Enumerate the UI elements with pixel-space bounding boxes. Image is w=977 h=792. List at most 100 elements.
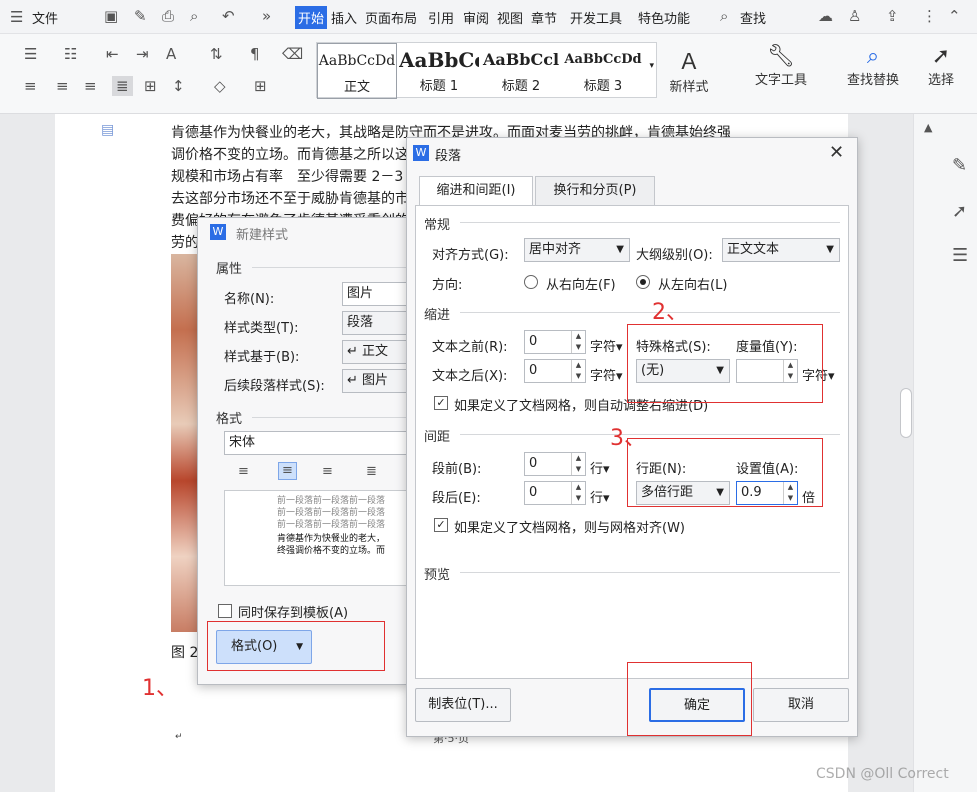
font-select[interactable]: 宋体: [224, 431, 410, 455]
unit-label[interactable]: 行▾: [590, 487, 610, 506]
ltr-radio[interactable]: [636, 275, 650, 289]
tab-review[interactable]: 审阅: [463, 8, 489, 27]
clear-format-icon[interactable]: ⌫: [282, 46, 303, 62]
share-user-icon[interactable]: ♙: [848, 8, 861, 24]
cloud-icon[interactable]: ☁: [818, 8, 833, 24]
tab-insert[interactable]: 插入: [331, 8, 357, 27]
divider: [252, 417, 410, 418]
print-icon[interactable]: ⎙: [162, 8, 174, 24]
spin-buttons[interactable]: ▲ ▼: [571, 482, 585, 504]
after-text-input[interactable]: 0 ▲ ▼: [524, 359, 586, 383]
align-center-icon[interactable]: ≡: [56, 78, 69, 94]
decrease-indent-icon[interactable]: ⇤: [106, 46, 119, 62]
undo-icon[interactable]: ↶: [222, 8, 235, 24]
search-label[interactable]: 查找: [740, 8, 766, 27]
align-right-icon[interactable]: ≡: [322, 464, 333, 480]
sliders-icon[interactable]: ☰: [952, 247, 968, 265]
line-spacing-icon[interactable]: ↕: [172, 78, 185, 94]
border-icon[interactable]: ⊞: [254, 78, 267, 94]
numbered-list-icon[interactable]: ☷: [64, 46, 77, 62]
align-left-icon[interactable]: ≡: [238, 464, 249, 480]
text-direction-icon[interactable]: A: [166, 46, 176, 62]
new-style-button[interactable]: Ａ 新样式: [664, 44, 714, 95]
tab-indent-spacing[interactable]: 缩进和间距(I): [419, 176, 533, 206]
sort-icon[interactable]: ⇅: [210, 46, 223, 62]
align-left-icon[interactable]: ≡: [24, 78, 37, 94]
align-center-icon[interactable]: ≡: [278, 462, 297, 480]
name-input[interactable]: 图片: [342, 282, 410, 306]
style-sample: AaBbCc: [399, 48, 479, 72]
share-icon[interactable]: ⇪: [886, 8, 899, 24]
tab-home[interactable]: 开始: [295, 6, 328, 29]
style-label: 标题 2: [501, 79, 541, 94]
print-preview-icon[interactable]: ⌕: [190, 8, 198, 24]
chevron-down-icon: ▼: [826, 244, 834, 255]
save-template-checkbox[interactable]: [218, 604, 232, 618]
cancel-button[interactable]: 取消: [753, 688, 849, 722]
gallery-more-icon[interactable]: ▾: [649, 61, 654, 71]
close-icon[interactable]: ✕: [829, 142, 844, 163]
tab-line-page[interactable]: 换行和分页(P): [535, 176, 655, 206]
general-section: 常规: [424, 218, 451, 233]
spin-buttons[interactable]: ▲ ▼: [571, 453, 585, 475]
unit-label[interactable]: 字符▾: [590, 365, 623, 384]
tab-chapter[interactable]: 章节: [531, 8, 557, 27]
align-select[interactable]: 居中对齐 ▼: [524, 238, 630, 262]
more-options-icon[interactable]: ⋮: [922, 8, 937, 24]
text-tools-button[interactable]: 🔧︎ 文字工具: [742, 44, 820, 88]
type-select[interactable]: 段落: [342, 311, 410, 335]
annotation-box: [627, 438, 823, 507]
tab-references[interactable]: 引用: [428, 8, 454, 27]
grid-indent-checkbox[interactable]: ✓: [434, 396, 448, 410]
grid-align-checkbox[interactable]: ✓: [434, 518, 448, 532]
doc-nav-icon[interactable]: ▤: [101, 122, 114, 138]
find-replace-button[interactable]: ⌕ 查找替换: [834, 44, 912, 88]
new-style-title: 新建样式: [236, 228, 289, 243]
tab-view[interactable]: 视图: [497, 8, 523, 27]
select-button[interactable]: ➚ 选择: [916, 44, 966, 88]
save-icon[interactable]: ▣: [104, 8, 118, 24]
menu-icon[interactable]: ☰: [10, 9, 23, 25]
tab-developer[interactable]: 开发工具: [570, 8, 622, 27]
shading-icon[interactable]: ◇: [214, 78, 226, 94]
increase-indent-icon[interactable]: ⇥: [136, 46, 149, 62]
bullet-list-icon[interactable]: ☰: [24, 46, 37, 62]
before-text-input[interactable]: 0 ▲ ▼: [524, 330, 586, 354]
after-text-label: 文本之后(X):: [432, 369, 508, 384]
outline-select[interactable]: 正文文本 ▼: [722, 238, 840, 262]
tabs-button[interactable]: 制表位(T)...: [415, 688, 511, 722]
style-normal[interactable]: AaBbCcDd 正文: [317, 43, 397, 99]
justify-icon[interactable]: ≣: [112, 76, 133, 96]
tab-layout[interactable]: 页面布局: [365, 8, 417, 27]
before-input[interactable]: 0 ▲ ▼: [524, 452, 586, 476]
rtl-radio[interactable]: [524, 275, 538, 289]
tab-special[interactable]: 特色功能: [638, 8, 690, 27]
style-heading3[interactable]: AaBbCcDd 标题 3: [563, 43, 643, 99]
format-painter-icon[interactable]: ✎: [134, 8, 147, 24]
unit-label[interactable]: 字符▾: [590, 336, 623, 355]
spin-buttons[interactable]: ▲ ▼: [571, 331, 585, 353]
style-heading2[interactable]: AaBbCcl 标题 2: [481, 43, 561, 99]
type-label: 样式类型(T):: [224, 321, 299, 336]
file-menu[interactable]: 文件: [32, 8, 58, 27]
based-select[interactable]: ↵ 正文: [342, 340, 410, 364]
next-select[interactable]: ↵ 图片: [342, 369, 410, 393]
justify-icon[interactable]: ≣: [366, 464, 377, 480]
spin-buttons[interactable]: ▲ ▼: [571, 360, 585, 382]
more-icon[interactable]: »: [262, 8, 271, 24]
find-replace-label: 查找替换: [846, 73, 899, 88]
unit-label[interactable]: 行▾: [590, 458, 610, 477]
scrollbar-thumb[interactable]: [900, 388, 912, 438]
chevron-down-icon: ▼: [616, 244, 624, 255]
distribute-icon[interactable]: ⊞: [144, 78, 157, 94]
collapse-icon[interactable]: ⌃: [948, 8, 961, 24]
pointer-icon[interactable]: ➚: [952, 203, 967, 221]
outline-value: 正文文本: [727, 242, 780, 257]
show-marks-icon[interactable]: ¶: [250, 46, 260, 62]
search-icon[interactable]: ⌕: [720, 8, 728, 24]
align-right-icon[interactable]: ≡: [84, 78, 97, 94]
after-input[interactable]: 0 ▲ ▼: [524, 481, 586, 505]
style-heading1[interactable]: AaBbCc 标题 1: [399, 43, 479, 99]
sidebar-up-icon[interactable]: ▲: [924, 120, 932, 136]
pen-icon[interactable]: ✎: [952, 157, 967, 175]
